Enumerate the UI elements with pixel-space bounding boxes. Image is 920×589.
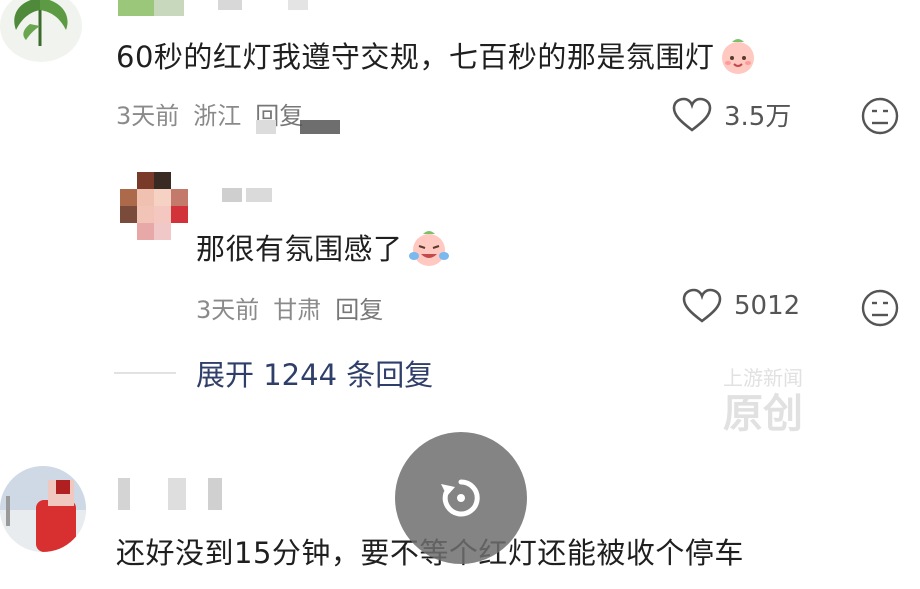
- like-button[interactable]: 5012: [682, 288, 800, 324]
- smile-peach-emoji: [718, 36, 758, 83]
- heart-icon: [672, 97, 712, 132]
- reply-meta: 3天前 甘肃 回复: [196, 290, 397, 325]
- dislike-face-icon: [861, 289, 899, 327]
- leaf-avatar-image: [14, 0, 68, 46]
- watermark-line2: 原创: [723, 391, 803, 437]
- replay-button[interactable]: [395, 432, 527, 564]
- dislike-button[interactable]: [860, 96, 900, 140]
- avatar[interactable]: [0, 0, 82, 62]
- expand-divider: [114, 372, 176, 374]
- watermark: 上游新闻 原创: [708, 368, 818, 434]
- blur-patch: [300, 120, 340, 134]
- crying-laugh-emoji: [407, 228, 451, 275]
- like-count: 5012: [734, 291, 801, 321]
- replay-icon: [441, 479, 480, 517]
- reply-time: 3天前: [196, 296, 260, 324]
- heart-icon: [682, 288, 722, 323]
- blur-patch: [256, 120, 276, 134]
- dislike-button[interactable]: [860, 288, 900, 332]
- expand-replies-button[interactable]: 展开 1244 条回复: [196, 352, 433, 394]
- avatar[interactable]: [0, 466, 86, 552]
- comment-time: 3天前: [116, 102, 180, 130]
- comment-location: 浙江: [193, 102, 242, 130]
- reply-text: 那很有氛围感了: [196, 226, 451, 275]
- like-count: 3.5万: [724, 102, 792, 132]
- reply-button[interactable]: 回复: [335, 296, 383, 324]
- like-button[interactable]: 3.5万: [672, 96, 791, 133]
- comment-meta: 3天前 浙江 回复: [116, 96, 317, 131]
- avatar-image: [0, 466, 86, 552]
- reply-location: 甘肃: [273, 296, 322, 324]
- username-blurred[interactable]: [118, 0, 318, 18]
- watermark-line1: 上游新闻: [723, 366, 803, 390]
- username-blurred[interactable]: [118, 478, 228, 510]
- dislike-face-icon: [861, 97, 899, 135]
- comment-text: 60秒的红灯我遵守交规，七百秒的那是氛围灯: [116, 34, 758, 83]
- username-blurred[interactable]: [222, 188, 282, 206]
- avatar[interactable]: [120, 172, 188, 240]
